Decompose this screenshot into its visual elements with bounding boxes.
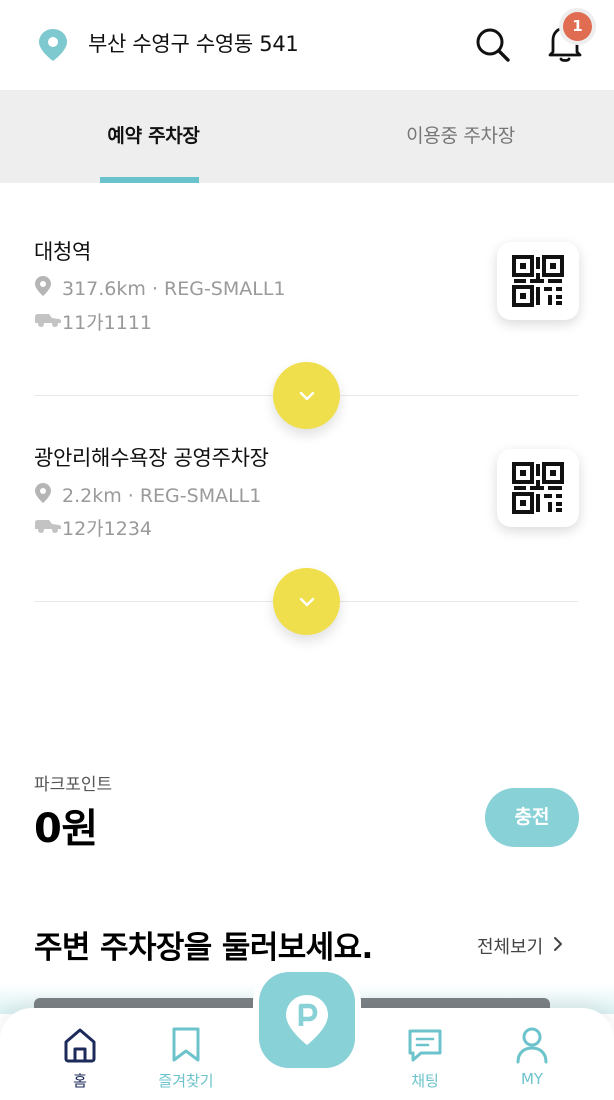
park-point-label: 파크포인트 (34, 775, 113, 795)
location-pin-icon (38, 28, 68, 66)
plate-row: 12가1234 (34, 514, 152, 541)
tab-in-use-parking[interactable]: 이용중 주차장 (307, 90, 614, 183)
parking-lot-name: 대청역 (34, 240, 92, 264)
expand-button[interactable] (273, 362, 340, 429)
license-plate: 12가1234 (62, 518, 153, 540)
chevron-down-icon (299, 597, 314, 606)
park-map-button[interactable] (259, 972, 355, 1068)
nearby-section-title: 주변 주차장을 둘러보세요. (34, 930, 373, 966)
distance-row: 2.2km · REG-SMALL1 (34, 482, 261, 509)
qr-code-button[interactable] (497, 449, 579, 527)
see-all-link[interactable]: 전체보기 (477, 933, 563, 959)
nav-home[interactable]: 홈 (35, 1026, 125, 1091)
see-all-label: 전체보기 (477, 937, 544, 958)
chevron-down-icon (299, 391, 314, 400)
notification-button[interactable]: 1 (545, 12, 592, 66)
nav-favorites-label: 즐겨찾기 (158, 1072, 214, 1090)
qr-code-button[interactable] (497, 242, 579, 320)
active-tab-indicator (100, 177, 199, 183)
nav-home-label: 홈 (73, 1072, 87, 1090)
nav-my-label: MY (520, 1070, 544, 1088)
location-pin-icon (34, 482, 56, 509)
parking-tabs: 예약 주차장 이용중 주차장 (0, 90, 614, 183)
notification-badge: 1 (563, 12, 592, 41)
bookmark-icon (172, 1027, 200, 1062)
tab-reserved-parking[interactable]: 예약 주차장 (0, 90, 307, 183)
car-icon (34, 516, 61, 539)
distance-info: 2.2km · REG-SMALL1 (62, 484, 262, 507)
user-icon (516, 1027, 548, 1064)
car-icon (34, 310, 61, 333)
nav-chat-label: 채팅 (411, 1072, 439, 1090)
app-header: 부산 수영구 수영동 541 1 (0, 0, 614, 90)
license-plate: 11가1111 (62, 312, 153, 334)
parking-pin-icon (286, 995, 328, 1045)
charge-button[interactable]: 충전 (485, 788, 579, 847)
chat-icon (408, 1029, 442, 1062)
nav-my[interactable]: MY (487, 1026, 577, 1088)
search-icon[interactable] (474, 26, 512, 68)
current-location[interactable]: 부산 수영구 수영동 541 (88, 28, 299, 58)
qr-code-icon (512, 255, 564, 307)
parking-lot-name: 광안리해수욕장 공영주차장 (34, 446, 269, 470)
expand-button[interactable] (273, 568, 340, 635)
plate-row: 11가1111 (34, 308, 152, 335)
nav-chat[interactable]: 채팅 (380, 1026, 470, 1091)
home-icon (64, 1028, 96, 1063)
qr-code-icon (512, 462, 564, 514)
chevron-right-icon (553, 936, 563, 957)
location-pin-icon (34, 275, 56, 302)
park-point-balance: 0원 (34, 806, 98, 852)
distance-row: 317.6km · REG-SMALL1 (34, 275, 286, 302)
distance-info: 317.6km · REG-SMALL1 (62, 277, 286, 300)
nav-favorites[interactable]: 즐겨찾기 (141, 1026, 231, 1091)
